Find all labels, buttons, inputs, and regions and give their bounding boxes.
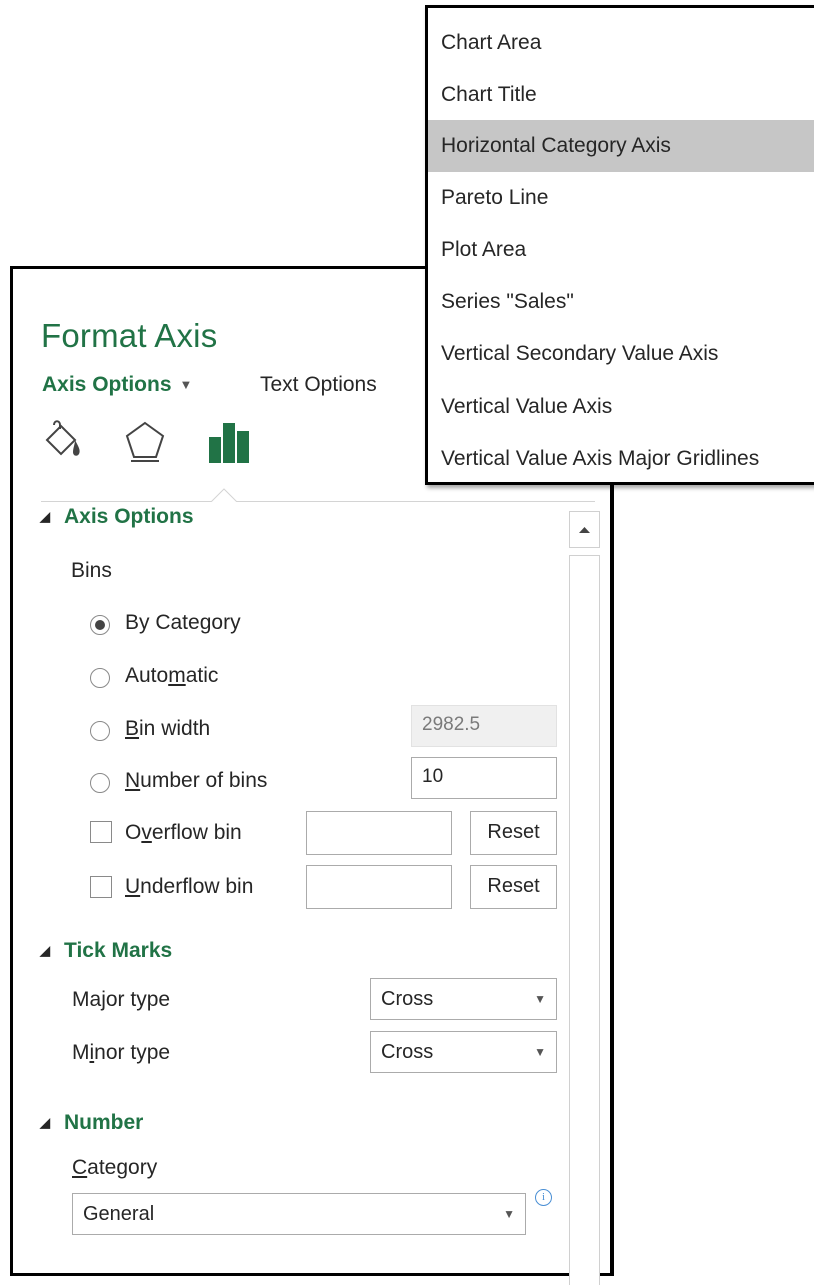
- radio-bin-width[interactable]: [90, 721, 110, 741]
- option-icon-row: [41, 419, 261, 469]
- overflow-reset-button[interactable]: Reset: [470, 811, 557, 855]
- radio-by-category-label[interactable]: By Category: [125, 611, 241, 635]
- bin-width-input[interactable]: 2982.5: [411, 705, 557, 747]
- menu-item-vertical-value-axis-major-gridlines[interactable]: Vertical Value Axis Major Gridlines: [428, 433, 814, 485]
- section-tick-marks[interactable]: ◢ Tick Marks: [40, 939, 172, 963]
- number-of-bins-input[interactable]: 10: [411, 757, 557, 799]
- tab-dropdown-icon: ▼: [179, 377, 193, 392]
- section-axis-options-label: Axis Options: [64, 505, 194, 528]
- section-tick-marks-label: Tick Marks: [64, 939, 173, 962]
- underflow-bin-label[interactable]: Underflow bin: [125, 875, 253, 899]
- radio-by-category[interactable]: [90, 615, 110, 635]
- effects-pentagon-icon[interactable]: [123, 419, 169, 465]
- major-type-select[interactable]: Cross ▼: [370, 978, 557, 1020]
- radio-number-of-bins[interactable]: [90, 773, 110, 793]
- section-number-label: Number: [64, 1111, 144, 1134]
- underflow-bin-input[interactable]: [306, 865, 452, 909]
- collapse-triangle-icon: ◢: [40, 509, 50, 524]
- collapse-triangle-icon: ◢: [40, 943, 50, 958]
- chart-element-dropdown: Chart Area Chart Title Horizontal Catego…: [425, 5, 814, 485]
- scroll-up-icon: [579, 527, 590, 533]
- scrollbar-track[interactable]: [569, 555, 600, 1285]
- icon-divider: [41, 501, 595, 502]
- overflow-bin-label[interactable]: Overflow bin: [125, 821, 242, 845]
- info-icon[interactable]: i: [535, 1189, 552, 1206]
- bins-label: Bins: [71, 559, 112, 582]
- menu-item-chart-area[interactable]: Chart Area: [428, 17, 814, 69]
- menu-item-plot-area[interactable]: Plot Area: [428, 224, 814, 276]
- tab-text-options[interactable]: Text Options: [260, 373, 377, 397]
- menu-item-pareto-line[interactable]: Pareto Line: [428, 172, 814, 224]
- minor-type-label: Minor type: [72, 1041, 171, 1064]
- tab-axis-options[interactable]: Axis Options ▼: [42, 373, 192, 396]
- overflow-bin-checkbox[interactable]: [90, 821, 112, 843]
- number-category-select[interactable]: General ▼: [72, 1193, 526, 1235]
- scroll-up-button[interactable]: [569, 511, 600, 548]
- tab-axis-options-label: Axis Options: [42, 373, 172, 396]
- pane-tabs: Axis Options ▼ Text Options: [42, 373, 377, 397]
- menu-item-chart-title[interactable]: Chart Title: [428, 69, 814, 121]
- radio-bin-width-label[interactable]: Bin width: [125, 717, 210, 741]
- major-type-value: Cross: [381, 988, 434, 1010]
- category-label: Category: [72, 1156, 158, 1179]
- minor-type-select[interactable]: Cross ▼: [370, 1031, 557, 1073]
- menu-item-horizontal-category-axis[interactable]: Horizontal Category Axis: [428, 120, 814, 172]
- number-category-value: General: [83, 1203, 155, 1225]
- menu-item-series-sales[interactable]: Series "Sales": [428, 276, 814, 328]
- collapse-triangle-icon: ◢: [40, 1115, 50, 1130]
- pane-title: Format Axis: [41, 317, 218, 354]
- menu-item-vertical-secondary-value-axis[interactable]: Vertical Secondary Value Axis: [428, 328, 814, 380]
- major-type-label: Major type: [72, 988, 171, 1011]
- axis-options-bar-chart-icon[interactable]: [207, 419, 253, 465]
- radio-number-of-bins-label[interactable]: Number of bins: [125, 769, 267, 793]
- active-icon-pointer: [211, 488, 237, 502]
- section-number[interactable]: ◢ Number: [40, 1111, 143, 1135]
- chevron-down-icon: ▼: [534, 1045, 546, 1059]
- fill-line-icon[interactable]: [41, 419, 87, 465]
- menu-item-vertical-value-axis[interactable]: Vertical Value Axis: [428, 381, 814, 433]
- underflow-reset-button[interactable]: Reset: [470, 865, 557, 909]
- chevron-down-icon: ▼: [503, 1207, 515, 1221]
- overflow-bin-input[interactable]: [306, 811, 452, 855]
- chevron-down-icon: ▼: [534, 992, 546, 1006]
- minor-type-value: Cross: [381, 1041, 434, 1063]
- section-axis-options[interactable]: ◢ Axis Options: [40, 505, 194, 529]
- radio-automatic[interactable]: [90, 668, 110, 688]
- underflow-bin-checkbox[interactable]: [90, 876, 112, 898]
- radio-automatic-label[interactable]: Automatic: [125, 664, 218, 688]
